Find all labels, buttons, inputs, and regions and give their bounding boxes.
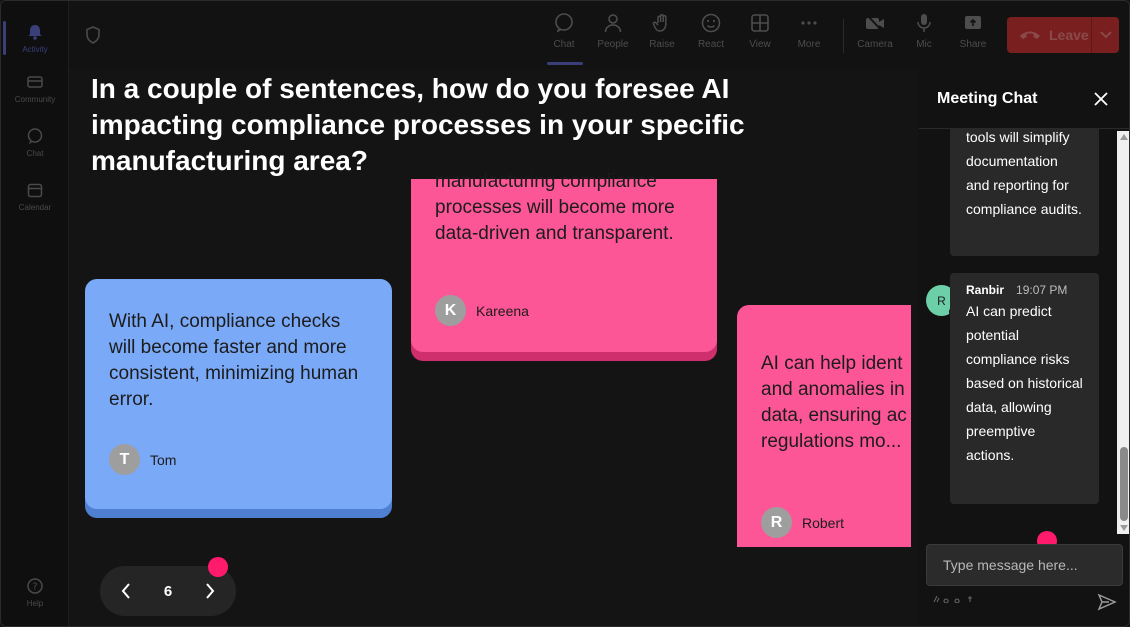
chat-icon bbox=[25, 126, 45, 146]
response-card[interactable]: manufacturing compliance processes will … bbox=[411, 171, 717, 352]
view-button[interactable]: View bbox=[737, 11, 783, 61]
meeting-toolbar: Chat People Raise React View More Camera… bbox=[69, 1, 1129, 69]
chat-message: tools will simplify documentation and re… bbox=[950, 129, 1099, 256]
avatar: T bbox=[109, 444, 140, 475]
formatting-tools[interactable] bbox=[933, 595, 979, 605]
community-icon bbox=[25, 72, 45, 92]
mic-button[interactable]: Mic bbox=[901, 11, 947, 61]
rail-item-chat[interactable]: Chat bbox=[1, 117, 69, 167]
chat-messages[interactable]: tools will simplify documentation and re… bbox=[919, 129, 1129, 534]
shield-icon[interactable] bbox=[83, 25, 103, 45]
chat-message-meta: Ranbir 19:07 PM bbox=[966, 281, 1083, 299]
share-screen-icon bbox=[961, 11, 985, 35]
chevron-down-icon[interactable] bbox=[1091, 17, 1119, 53]
chat-message-input[interactable]: Type message here... bbox=[926, 544, 1123, 586]
rail-item-label: Community bbox=[14, 95, 56, 104]
response-card-line: and anomalies in bbox=[761, 379, 905, 400]
leave-button[interactable]: Leave bbox=[1007, 17, 1119, 53]
help-icon: ? bbox=[25, 576, 45, 596]
rail-item-activity[interactable]: Activity bbox=[1, 13, 69, 63]
raise-hand-button[interactable]: Raise bbox=[639, 11, 685, 61]
response-card[interactable]: With AI, compliance checks will become f… bbox=[85, 279, 392, 509]
rail-item-label: Activity bbox=[22, 45, 48, 54]
author-name: Kareena bbox=[476, 302, 529, 319]
react-button[interactable]: React bbox=[688, 11, 734, 61]
chat-message-text: tools will simplify documentation and re… bbox=[966, 129, 1082, 217]
message-time: 19:07 PM bbox=[1016, 283, 1068, 297]
scroll-up-icon[interactable] bbox=[1120, 134, 1128, 140]
response-card-text: With AI, compliance checks will become f… bbox=[109, 311, 359, 410]
people-button[interactable]: People bbox=[590, 11, 636, 61]
grid-view-icon bbox=[748, 11, 772, 35]
notification-dot bbox=[208, 557, 228, 577]
chat-bubble-icon bbox=[552, 11, 576, 35]
scroll-down-icon[interactable] bbox=[1120, 525, 1128, 531]
hand-icon bbox=[650, 11, 674, 35]
leave-button-label: Leave bbox=[1049, 27, 1089, 43]
chat-button[interactable]: Chat bbox=[541, 11, 587, 65]
format-tools-icon[interactable] bbox=[933, 595, 979, 604]
response-card-text: AI can help ident and anomalies in data,… bbox=[761, 351, 911, 455]
chat-message: Ranbir 19:07 PM AI can predict potential … bbox=[950, 273, 1099, 504]
chevron-right-icon[interactable] bbox=[202, 583, 218, 599]
rail-item-label: Help bbox=[26, 599, 44, 608]
rail-item-label: Calendar bbox=[18, 203, 52, 212]
meeting-chat-panel: Meeting Chat tools will simplify documen… bbox=[919, 69, 1129, 626]
chat-message-text: AI can predict potential compliance risk… bbox=[966, 303, 1083, 463]
avatar-initial: R bbox=[937, 293, 946, 308]
people-button-label: People bbox=[597, 39, 629, 50]
bell-icon bbox=[25, 22, 45, 42]
microphone-icon bbox=[912, 11, 936, 35]
page-number: 6 bbox=[163, 582, 173, 600]
chevron-left-icon[interactable] bbox=[118, 583, 134, 599]
response-card-author: R Robert bbox=[761, 507, 844, 538]
send-icon[interactable] bbox=[1097, 593, 1117, 611]
avatar: R bbox=[761, 507, 792, 538]
scroll-thumb[interactable] bbox=[1120, 447, 1128, 521]
more-dots-icon bbox=[797, 11, 821, 35]
share-button-label: Share bbox=[959, 39, 987, 50]
question-title: In a couple of sentences, how do you for… bbox=[91, 73, 745, 176]
view-button-label: View bbox=[749, 39, 771, 50]
rail-item-calendar[interactable]: Calendar bbox=[1, 171, 69, 221]
author-name: Robert bbox=[802, 514, 845, 531]
left-rail: Activity Community Chat Calendar ? Help bbox=[1, 1, 69, 626]
phone-hangup-icon bbox=[1019, 28, 1041, 42]
mic-button-label: Mic bbox=[916, 39, 932, 50]
response-card-author: T Tom bbox=[109, 444, 176, 475]
response-card-text: manufacturing compliance processes will … bbox=[435, 171, 675, 244]
calendar-icon bbox=[25, 180, 45, 200]
response-card-author: K Kareena bbox=[435, 295, 529, 326]
share-button[interactable]: Share bbox=[950, 11, 996, 61]
toolbar-divider bbox=[843, 19, 844, 53]
response-card[interactable]: AI can help ident and anomalies in data,… bbox=[737, 305, 911, 547]
rail-item-label: Chat bbox=[26, 149, 44, 158]
chat-button-label: Chat bbox=[553, 39, 575, 50]
chat-title: Meeting Chat bbox=[937, 89, 1038, 107]
chat-scrollbar[interactable] bbox=[1117, 131, 1129, 534]
more-button[interactable]: More bbox=[786, 11, 832, 61]
response-card-line: data, ensuring ac bbox=[761, 405, 907, 426]
close-icon[interactable] bbox=[1093, 91, 1109, 107]
app-window: Activity Community Chat Calendar ? Help bbox=[0, 0, 1130, 627]
person-icon bbox=[601, 11, 625, 35]
rail-item-community[interactable]: Community bbox=[1, 63, 69, 113]
avatar: K bbox=[435, 295, 466, 326]
camera-button-label: Camera bbox=[857, 39, 893, 50]
camera-off-icon bbox=[863, 11, 887, 35]
camera-button[interactable]: Camera bbox=[852, 11, 898, 61]
author-name: Tom bbox=[150, 451, 177, 468]
sender-name: Ranbir bbox=[966, 283, 1005, 297]
svg-text:?: ? bbox=[32, 582, 37, 593]
whiteboard-stage: In a couple of sentences, how do you for… bbox=[69, 69, 919, 626]
rail-item-help[interactable]: ? Help bbox=[1, 567, 69, 617]
more-button-label: More bbox=[797, 39, 821, 50]
response-card-line: AI can help ident bbox=[761, 353, 903, 374]
response-card-line: regulations mo... bbox=[761, 431, 902, 452]
raise-button-label: Raise bbox=[649, 39, 675, 50]
smiley-icon bbox=[699, 11, 723, 35]
react-button-label: React bbox=[697, 39, 725, 50]
input-placeholder: Type message here... bbox=[943, 557, 1078, 573]
